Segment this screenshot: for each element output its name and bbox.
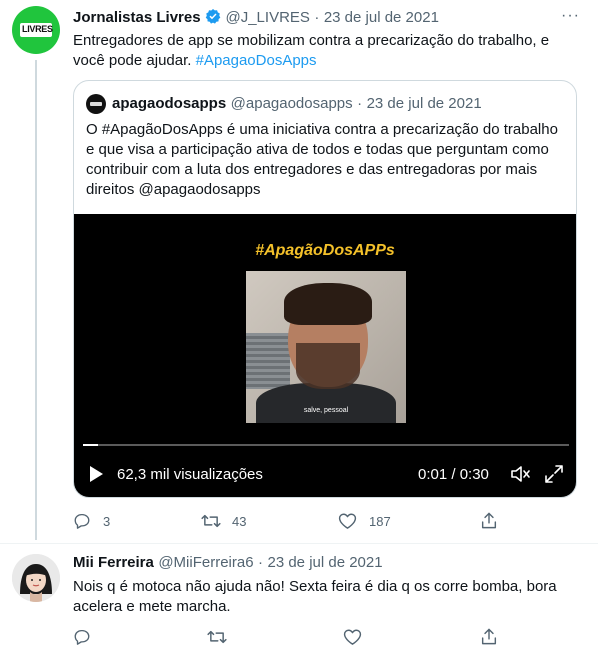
mute-icon[interactable] xyxy=(510,464,532,484)
avatar-mii-ferreira[interactable] xyxy=(12,554,60,602)
like-icon[interactable] xyxy=(343,628,362,646)
author-name[interactable]: Jornalistas Livres xyxy=(73,9,201,26)
share-icon[interactable] xyxy=(480,511,498,530)
header-separator: · xyxy=(258,554,264,571)
quoted-text-line: e que visa a participação ativa de todos… xyxy=(86,141,549,158)
tweet-text-line: acelera e mete marcha. xyxy=(73,598,231,615)
author-handle[interactable]: @J_LIVRES xyxy=(225,9,309,26)
tweet-actions: 3 43 187 xyxy=(73,511,503,531)
like-count: 187 xyxy=(369,514,391,529)
frame-window xyxy=(246,333,290,389)
tweet-text: Nois q é motoca não ajuda não! Sexta fei… xyxy=(73,577,583,617)
tweet-actions xyxy=(73,627,503,647)
avatar-jornalistas-livres[interactable]: LIVRES xyxy=(12,6,60,54)
tweet-text-line: Entregadores de app se mobilizam contra … xyxy=(73,32,550,49)
quoted-tweet-card[interactable]: apagaodosapps @apagaodosapps · 23 de jul… xyxy=(73,80,577,498)
frame-person-beard xyxy=(296,343,360,389)
quoted-tweet-header: apagaodosapps @apagaodosapps · 23 de jul… xyxy=(112,95,482,113)
quoted-author-name[interactable]: apagaodosapps xyxy=(112,95,226,112)
tweet-text-line: você pode ajudar. xyxy=(73,52,196,69)
header-separator: · xyxy=(314,9,320,26)
header-separator: · xyxy=(357,95,363,112)
author-name[interactable]: Mii Ferreira xyxy=(73,554,154,571)
frame-person-hair xyxy=(284,283,372,325)
quoted-text-line: direitos @apagaodosapps xyxy=(86,181,261,198)
play-icon[interactable] xyxy=(90,466,103,482)
reply-icon[interactable] xyxy=(73,512,91,530)
quoted-author-handle[interactable]: @apagaodosapps xyxy=(231,95,353,112)
verified-badge-icon xyxy=(205,9,221,24)
reply-icon[interactable] xyxy=(73,628,91,646)
quoted-tweet-text: O #ApagãoDosApps é uma iniciativa contra… xyxy=(86,120,570,200)
tweet-header: Mii Ferreira @MiiFerreira6 · 23 de jul d… xyxy=(73,554,383,572)
avatar-apagaodosapps[interactable] xyxy=(86,94,106,114)
retweet-icon[interactable] xyxy=(207,628,227,646)
video-title-overlay: #ApagãoDosAPPs xyxy=(255,242,395,259)
tweet-header: Jornalistas Livres @J_LIVRES · 23 de jul… xyxy=(73,8,439,27)
video-progress-track[interactable] xyxy=(83,444,569,446)
quoted-tweet-date[interactable]: 23 de jul de 2021 xyxy=(367,95,482,112)
hashtag-link[interactable]: #ApagaoDosApps xyxy=(196,52,317,69)
frame-person-body xyxy=(256,383,396,423)
retweet-icon[interactable] xyxy=(201,512,221,530)
fullscreen-icon[interactable] xyxy=(544,464,564,484)
quoted-text-line: contribuir com a luta dos entregadores e… xyxy=(86,161,538,178)
video-progress-fill xyxy=(83,444,98,446)
video-player[interactable]: #ApagãoDosAPPs salve, pessoal 62,3 mil v… xyxy=(74,214,576,497)
livres-logo: LIVRES xyxy=(20,23,53,37)
avatar-illustration xyxy=(12,554,60,602)
video-subtitle: salve, pessoal xyxy=(303,407,349,414)
like-icon[interactable] xyxy=(338,512,357,530)
retweet-count: 43 xyxy=(232,514,247,529)
video-timestamp: 0:01 / 0:30 xyxy=(418,466,489,483)
reply-count: 3 xyxy=(103,514,111,529)
video-view-count: 62,3 mil visualizações xyxy=(117,466,263,483)
share-icon[interactable] xyxy=(480,627,498,646)
more-options-icon[interactable]: ··· xyxy=(561,7,580,25)
tweet-divider xyxy=(0,543,598,544)
thread-connector-line xyxy=(35,60,37,540)
author-handle[interactable]: @MiiFerreira6 xyxy=(158,554,253,571)
tweet-date[interactable]: 23 de jul de 2021 xyxy=(267,554,382,571)
video-frame: salve, pessoal xyxy=(246,271,406,423)
tweet-text: Entregadores de app se mobilizam contra … xyxy=(73,31,583,71)
tweet-text-line: Nois q é motoca não ajuda não! Sexta fei… xyxy=(73,578,557,595)
tweet-date[interactable]: 23 de jul de 2021 xyxy=(324,9,439,26)
quoted-text-line: O #ApagãoDosApps é uma iniciativa contra… xyxy=(86,121,558,138)
